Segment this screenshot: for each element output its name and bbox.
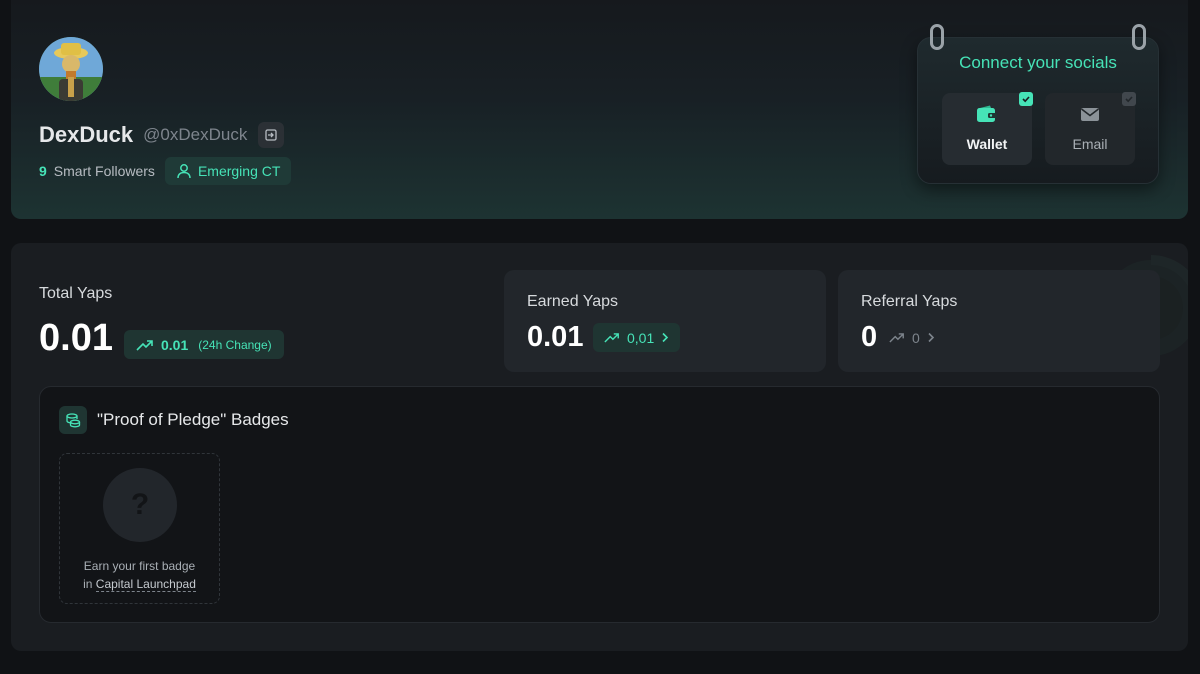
referral-yaps-card: Referral Yaps 0 0 — [838, 270, 1160, 372]
avatar[interactable] — [39, 37, 103, 101]
emerging-ct-badge: Emerging CT — [164, 157, 292, 185]
socials-title: Connect your socials — [959, 53, 1117, 72]
email-label: Email — [1072, 136, 1108, 152]
total-yaps-label: Total Yaps — [39, 285, 113, 302]
name-row: DexDuck @0xDexDuck — [39, 121, 285, 149]
wallet-icon — [977, 105, 997, 122]
total-yaps-value: 0.01 — [39, 317, 113, 359]
earned-change-value: 0,01 — [627, 329, 655, 346]
chevron-right-icon — [662, 332, 669, 343]
logout-button[interactable] — [258, 122, 285, 148]
total-yaps-change: 0.01 (24h Change) — [124, 330, 284, 359]
total-change-value: 0.01 — [161, 336, 189, 353]
coins-icon — [59, 406, 87, 434]
display-name: DexDuck — [39, 122, 134, 147]
email-connect-button[interactable]: Email — [1045, 92, 1136, 165]
user-handle: @0xDexDuck — [143, 125, 248, 144]
trend-up-icon — [604, 333, 619, 343]
badges-title: "Proof of Pledge" Badges — [97, 410, 289, 429]
trend-up-icon — [136, 339, 153, 351]
connect-socials-card: Connect your socials Wallet Email — [917, 24, 1159, 184]
total-change-note: (24h Change) — [198, 337, 272, 352]
referral-yaps-change-button[interactable]: 0 — [889, 323, 935, 352]
earned-yaps-label: Earned Yaps — [527, 293, 619, 310]
follower-stats: 9 Smart Followers Emerging CT — [39, 157, 292, 185]
badge-empty-text: Earn your first badge — [83, 559, 196, 573]
user-icon — [177, 164, 191, 179]
earned-yaps-value: 0.01 — [527, 321, 584, 353]
yaps-panel: Total Yaps 0.01 0.01 (24h Change) Earned… — [11, 243, 1188, 651]
earned-yaps-change-button[interactable]: 0,01 — [593, 323, 681, 352]
tag-label: Emerging CT — [197, 163, 281, 179]
badges-section: "Proof of Pledge" Badges ? Earn your fir… — [39, 386, 1160, 623]
chevron-right-icon — [928, 332, 934, 343]
logout-icon — [265, 129, 277, 141]
referral-yaps-value: 0 — [861, 321, 878, 353]
check-icon — [1122, 92, 1136, 106]
badge-empty-text-line2: in Capital Launchpad — [83, 577, 196, 592]
profile-header: DexDuck @0xDexDuck 9 Smart Followers Eme… — [11, 0, 1188, 219]
smart-followers-label: Smart Followers — [53, 163, 155, 179]
binder-ring-right — [1132, 24, 1146, 50]
referral-yaps-label: Referral Yaps — [861, 293, 958, 310]
mail-icon — [1081, 108, 1099, 121]
referral-change-value: 0 — [912, 329, 920, 346]
smart-followers-count: 9 — [39, 163, 47, 179]
check-icon — [1019, 92, 1033, 106]
capital-launchpad-link[interactable]: Capital Launchpad — [95, 577, 196, 592]
binder-ring-left — [930, 24, 944, 50]
earned-yaps-card: Earned Yaps 0.01 0,01 — [504, 270, 826, 372]
avatar-image — [39, 37, 103, 101]
wallet-connect-button[interactable]: Wallet — [942, 92, 1033, 165]
wallet-label: Wallet — [966, 136, 1008, 152]
empty-badge-slot: ? Earn your first badge in Capital Launc… — [59, 453, 220, 604]
trend-up-icon — [889, 333, 904, 343]
question-mark-icon: ? — [103, 468, 177, 542]
